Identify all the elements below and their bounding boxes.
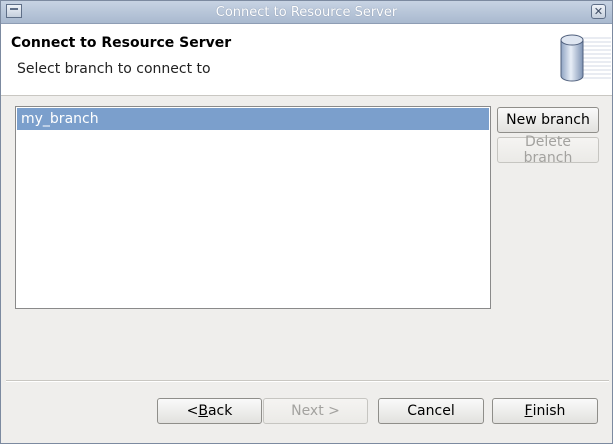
list-item[interactable]: my_branch [17, 108, 489, 130]
new-branch-button[interactable]: New branch [497, 107, 599, 133]
finish-mnemonic: F [524, 403, 533, 419]
finish-label-rest: inish [532, 403, 566, 419]
back-prefix: < [186, 403, 199, 419]
database-icon [560, 34, 611, 82]
back-mnemonic: B [198, 403, 208, 419]
branch-list[interactable]: my_branch [15, 106, 491, 309]
footer-separator [6, 380, 609, 382]
back-button[interactable]: < Back [157, 398, 262, 424]
back-label-rest: ack [207, 403, 233, 419]
page-title: Connect to Resource Server [11, 35, 232, 51]
next-button[interactable]: Next > [263, 398, 368, 424]
title-bar[interactable]: Connect to Resource Server ✕ [1, 1, 612, 24]
finish-button[interactable]: Finish [492, 398, 598, 424]
close-icon[interactable]: ✕ [591, 4, 606, 19]
page-description: Select branch to connect to [17, 61, 211, 77]
cancel-button[interactable]: Cancel [378, 398, 484, 424]
wizard-banner: Connect to Resource Server Select branch… [1, 24, 612, 96]
wizard-dialog: Connect to Resource Server ✕ Connect to … [0, 0, 613, 444]
delete-branch-button[interactable]: Delete branch [497, 134, 599, 166]
window-title: Connect to Resource Server [215, 5, 398, 20]
